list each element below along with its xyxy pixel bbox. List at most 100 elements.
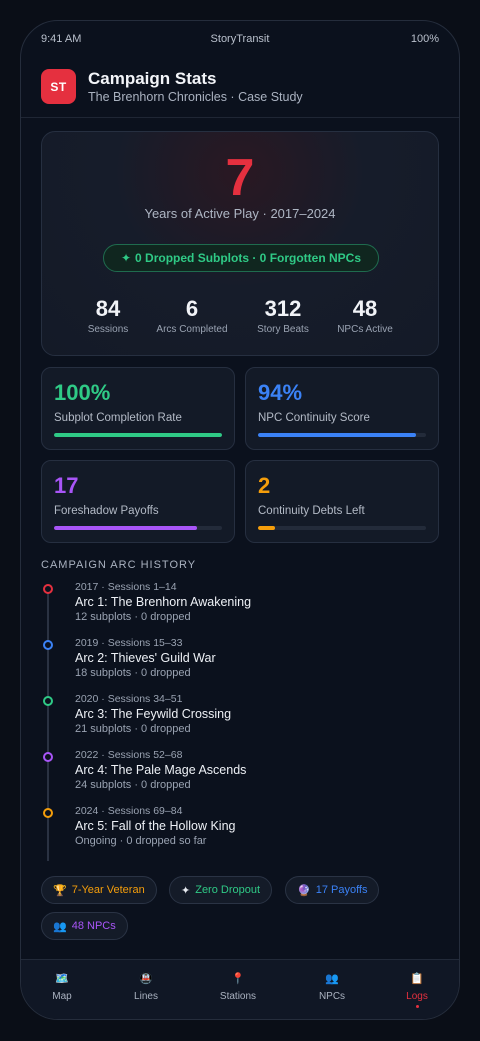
status-battery: 100% [410,33,439,45]
metric-progress-fill [54,526,197,530]
badge-veteran[interactable]: 🏆 7-Year Veteran [41,876,157,904]
tab-npcs[interactable]: 👥 NPCs [302,972,362,1002]
metric-value: 100% [54,380,111,405]
arc-meta: 2019 · Sessions 15–33 [75,637,183,649]
stat-value: 84 [95,296,121,321]
arc-name: Arc 4: The Pale Mage Ascends [75,763,247,777]
timeline-item[interactable]: 2019 · Sessions 15–33 Arc 2: Thieves' Gu… [41,637,421,689]
metric-label: NPC Continuity Score [258,412,370,424]
metro-icon: 🚇 [139,973,153,985]
map-icon: 🗺️ [55,973,69,985]
timeline-item[interactable]: 2017 · Sessions 1–14 Arc 1: The Brenhorn… [41,581,421,633]
clipboard-icon: 📋 [410,973,424,985]
stat-value: 6 [185,296,199,321]
sparkle-icon: ✦ [120,251,132,265]
stat-sessions: 84 Sessions [60,296,156,335]
arc-detail: 21 subplots · 0 dropped [75,723,191,735]
page-header: ST Campaign Stats The Brenhorn Chronicle… [41,69,439,105]
tab-stations[interactable]: 📍 Stations [208,972,268,1002]
timeline-dot [43,752,53,762]
timeline-item[interactable]: 2020 · Sessions 34–51 Arc 3: The Feywild… [41,693,421,745]
arc-meta: 2022 · Sessions 52–68 [75,749,183,761]
pin-icon: 📍 [231,973,245,985]
achievement-pill: ✦ 0 Dropped Subplots · 0 Forgotten NPCs [103,244,379,272]
arc-history-title: CAMPAIGN ARC HISTORY [41,559,197,571]
people-icon: 👥 [325,973,339,985]
arc-meta: 2020 · Sessions 34–51 [75,693,183,705]
badge-npcs[interactable]: 👥 48 NPCs [41,912,128,940]
badge-payoffs[interactable]: 🔮 17 Payoffs [285,876,380,904]
metric-value: 2 [258,473,271,498]
stat-label: Sessions [87,324,129,335]
metric-card-npc-continuity: 94% NPC Continuity Score [245,367,439,450]
badge-label: 17 Payoffs [315,884,368,896]
stat-label: Arcs Completed [156,324,228,335]
arc-name: Arc 3: The Feywild Crossing [75,707,232,721]
metric-card-continuity-debts: 2 Continuity Debts Left [245,460,439,543]
status-app-name: StoryTransit [210,33,270,45]
metric-progress-fill [54,433,222,437]
phone-frame: 9:41 AM StoryTransit 100% ST Campaign St… [20,20,460,1020]
badge-label: 7-Year Veteran [71,884,145,896]
metric-label: Continuity Debts Left [258,505,365,517]
metric-progress-track [258,433,426,437]
tab-label: Logs [406,991,428,1002]
tab-logs[interactable]: 📋 Logs [387,972,447,1008]
arc-detail: 24 subplots · 0 dropped [75,779,191,791]
tab-label: Lines [134,991,158,1002]
metric-label: Subplot Completion Rate [54,412,182,424]
arc-meta: 2024 · Sessions 69–84 [75,805,183,817]
trophy-icon: 🏆 [53,884,67,897]
timeline-dot [43,640,53,650]
metric-progress-track [258,526,426,530]
stat-arcs-completed: 6 Arcs Completed [144,296,240,335]
arc-name: Arc 1: The Brenhorn Awakening [75,595,252,609]
badge-label: Zero Dropout [195,884,261,896]
years-value: 7 [225,149,255,207]
stat-label: NPCs Active [337,324,393,335]
years-label: Years of Active Play · 2017–2024 [144,206,336,221]
metric-progress-track [54,433,222,437]
sparkle-icon: ✦ [181,884,191,897]
timeline-dot [43,584,53,594]
tab-lines[interactable]: 🚇 Lines [116,972,176,1002]
metric-progress-track [54,526,222,530]
active-tab-indicator [415,1005,419,1008]
hero-card: 7 Years of Active Play · 2017–2024 ✦ 0 D… [41,131,439,356]
stat-value: 48 [352,296,378,321]
header-divider [21,117,459,118]
arc-name: Arc 5: Fall of the Hollow King [75,819,236,833]
timeline-item[interactable]: 2024 · Sessions 69–84 Arc 5: Fall of the… [41,805,421,857]
timeline-item[interactable]: 2022 · Sessions 52–68 Arc 4: The Pale Ma… [41,749,421,801]
metric-progress-fill [258,433,416,437]
tab-label: Stations [219,991,257,1002]
timeline-dot [43,808,53,818]
timeline-dot [43,696,53,706]
metric-progress-fill [258,526,275,530]
tab-label: Map [52,991,72,1002]
tab-label: NPCs [318,991,346,1002]
tab-map[interactable]: 🗺️ Map [32,972,92,1002]
arc-detail: Ongoing · 0 dropped so far [75,835,207,847]
arc-name: Arc 2: Thieves' Guild War [75,651,216,665]
arc-detail: 18 subplots · 0 dropped [75,667,191,679]
metric-card-foreshadow-payoffs: 17 Foreshadow Payoffs [41,460,235,543]
badge-label: 48 NPCs [71,920,116,932]
arc-timeline: 2017 · Sessions 1–14 Arc 1: The Brenhorn… [41,581,441,861]
stat-npcs-active: 48 NPCs Active [317,296,413,335]
metric-card-subplot-completion: 100% Subplot Completion Rate [41,367,235,450]
crystal-ball-icon: 🔮 [297,884,311,897]
people-icon: 👥 [53,920,67,933]
arc-meta: 2017 · Sessions 1–14 [75,581,177,593]
hero-stats: 84 Sessions 6 Arcs Completed 312 Story B… [42,296,438,340]
badge-zero-dropout[interactable]: ✦ Zero Dropout [169,876,273,904]
achievement-pill-text: 0 Dropped Subplots · 0 Forgotten NPCs [135,251,362,265]
page-subtitle: The Brenhorn Chronicles · Case Study [88,90,303,104]
metric-label: Foreshadow Payoffs [54,505,159,517]
arc-detail: 12 subplots · 0 dropped [75,611,191,623]
page-title: Campaign Stats [88,69,217,88]
status-bar: 9:41 AM StoryTransit 100% [41,33,439,49]
metric-value: 94% [258,380,303,405]
bottom-tab-bar: 🗺️ Map 🚇 Lines 📍 Stations 👥 NPCs 📋 Logs [21,959,459,1019]
app-logo: ST [41,69,76,104]
